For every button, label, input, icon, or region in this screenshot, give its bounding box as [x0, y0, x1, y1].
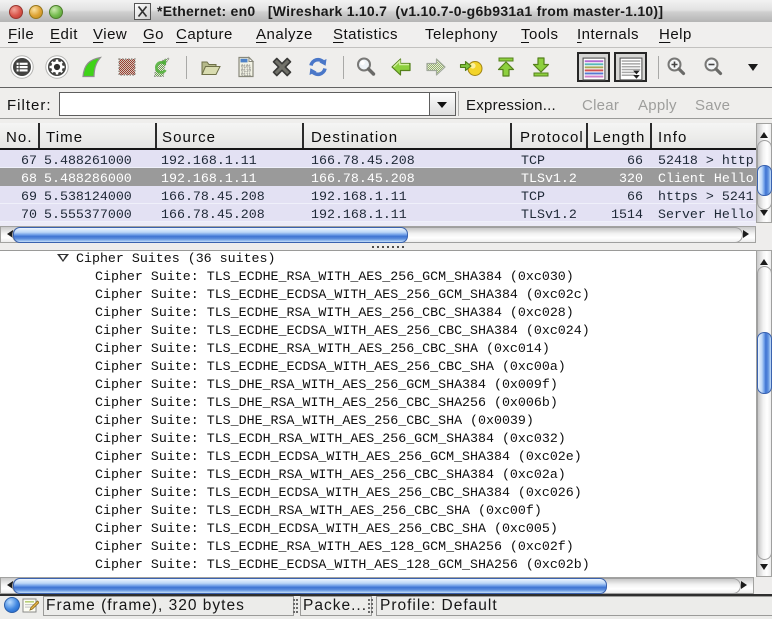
svg-text:0111: 0111 — [241, 73, 252, 77]
